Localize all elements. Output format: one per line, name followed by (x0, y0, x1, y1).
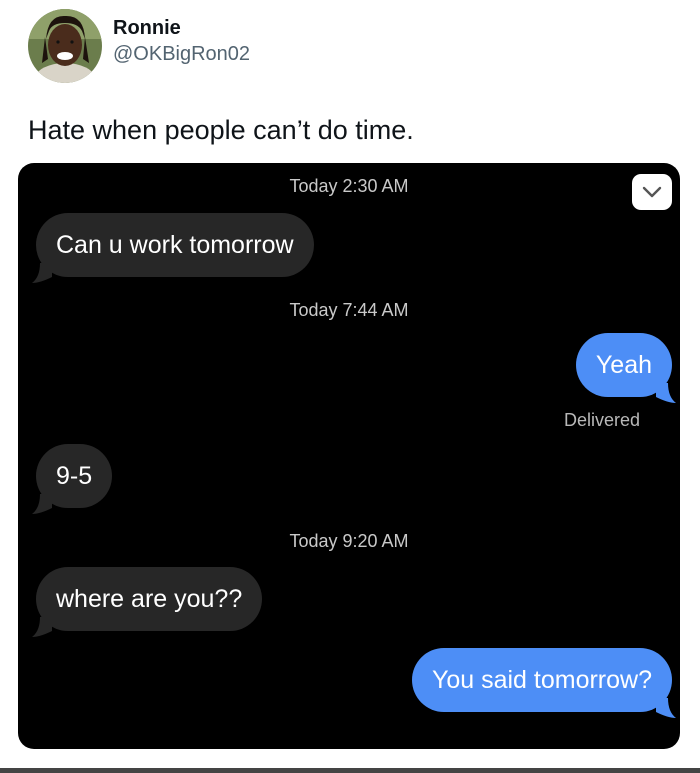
bubble-tail-icon (32, 617, 52, 637)
timestamp: Today 9:20 AM (289, 531, 409, 551)
handle[interactable]: @OKBigRon02 (113, 42, 250, 66)
message-bubble-received: Can u work tomorrow (32, 213, 314, 283)
message-text: 9-5 (56, 462, 93, 490)
timestamp: Today 2:30 AM (289, 176, 409, 196)
message-text: Yeah (595, 351, 652, 379)
tweet: Ronnie @OKBigRon02 Hate when people can’… (0, 0, 700, 773)
message-bubble-received: 9-5 (32, 444, 113, 514)
display-name[interactable]: Ronnie (113, 16, 181, 40)
bubble-tail-icon (656, 383, 676, 403)
message-text: Can u work tomorrow (56, 231, 294, 259)
avatar[interactable] (28, 9, 102, 83)
message-bubble-sent: Yeah (575, 333, 676, 403)
message-bubble-received: where are you?? (32, 567, 263, 637)
bubble-tail-icon (656, 698, 676, 718)
bubble-tail-icon (32, 494, 52, 514)
tweet-text: Hate when people can’t do time. (28, 115, 414, 145)
message-screenshot[interactable]: Today 2:30 AM Can u work tomorrow Today … (18, 163, 680, 749)
avatar-photo (28, 9, 102, 83)
divider (0, 768, 700, 773)
bubble-tail-icon (32, 263, 52, 283)
message-text: where are you?? (56, 585, 243, 613)
message-bubble-sent: You said tomorrow? (411, 648, 676, 718)
delivered-status: Delivered (563, 410, 640, 430)
message-text: You said tomorrow? (431, 666, 652, 694)
timestamp: Today 7:44 AM (289, 300, 409, 320)
